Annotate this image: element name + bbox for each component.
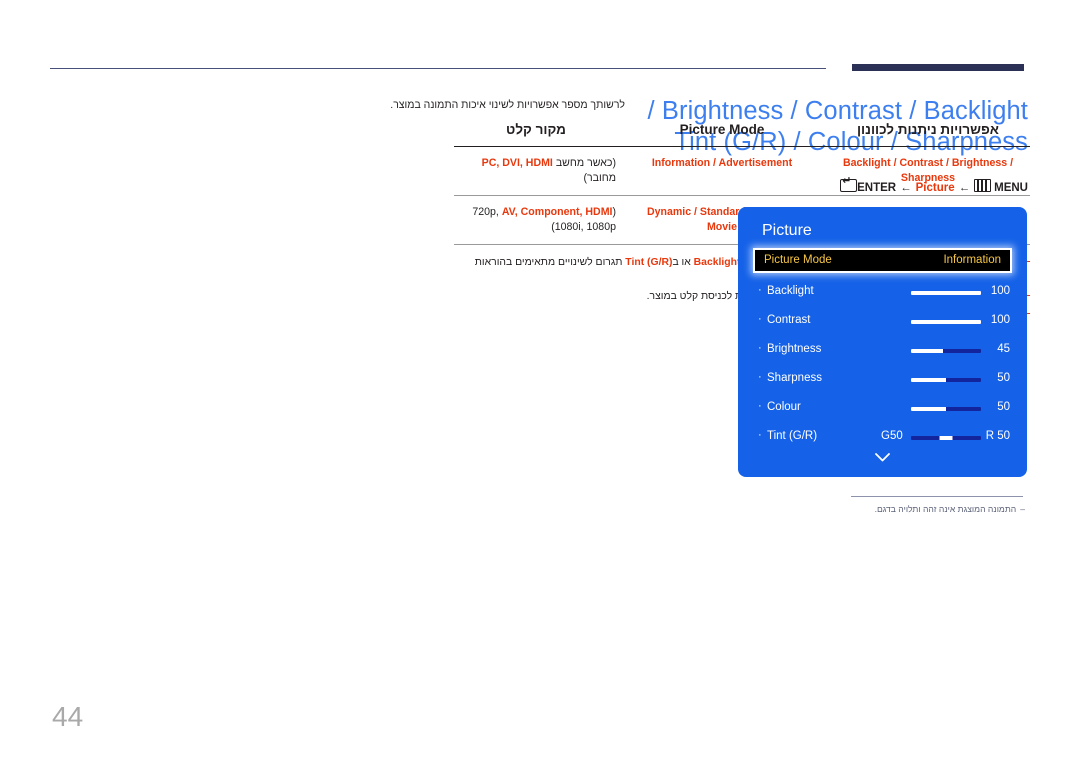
table-row: Backlight / Contrast / Brightness / Shar… xyxy=(454,146,1030,197)
bullet-icon: · xyxy=(758,284,762,296)
osd-item-label: Contrast xyxy=(767,314,811,326)
osd-slider[interactable] xyxy=(911,291,981,295)
osd-slider[interactable] xyxy=(911,320,981,324)
osd-row-brightness[interactable]: · Brightness 45 xyxy=(753,340,1012,362)
osd-row-sharpness[interactable]: · Sharpness 50 xyxy=(753,369,1012,391)
osd-slider[interactable] xyxy=(911,378,981,382)
table-cell-source: (720p, AV, Component, HDMI 1080i, 1080p) xyxy=(454,195,618,246)
source-keys: AV, Component, HDMI xyxy=(501,206,613,219)
table-header-row: אפשרויות ניתנות לכוונון Picture Mode מקו… xyxy=(454,122,1030,147)
mode-line-1: Information / Advertisement xyxy=(651,157,793,169)
osd-row-tint[interactable]: · Tint (G/R) G50 R 50 xyxy=(753,427,1012,449)
bullet-icon: · xyxy=(758,342,762,354)
source-keys: PC, DVI, HDMI xyxy=(481,157,553,169)
note-text-b: או ב xyxy=(672,257,694,268)
table-cell-options: Backlight / Contrast / Brightness / Shar… xyxy=(826,146,1030,197)
bullet-icon: · xyxy=(758,429,762,441)
bullet-icon: · xyxy=(758,371,762,383)
table-header-source: מקור קלט xyxy=(454,122,618,147)
table-header-options: אפשרויות ניתנות לכוונון xyxy=(826,122,1030,147)
osd-row-colour[interactable]: · Colour 50 xyxy=(753,398,1012,420)
intro-text: לרשותך מספר אפשרויות לשינוי איכות התמונה… xyxy=(390,99,625,111)
header-divider-thin xyxy=(50,68,826,69)
osd-slider[interactable] xyxy=(911,349,981,353)
bullet-icon: · xyxy=(758,400,762,412)
osd-item-label: Colour xyxy=(767,401,801,413)
table-cell-picture-mode: Information / Advertisement xyxy=(618,146,826,197)
osd-item-label: Brightness xyxy=(767,343,822,355)
osd-note-dash: – xyxy=(1020,504,1025,514)
osd-row-picture-mode[interactable]: Picture Mode Information xyxy=(753,248,1012,273)
osd-slider[interactable] xyxy=(911,407,981,411)
source-note-b: 1080i, 1080p) xyxy=(551,220,616,233)
chevron-down-icon[interactable] xyxy=(739,451,1026,464)
picture-osd-panel: Picture Picture Mode Information · Backl… xyxy=(739,208,1026,476)
options-line-2: Sharpness xyxy=(900,171,956,184)
osd-item-value: 100 xyxy=(990,314,1010,326)
header-divider-thick xyxy=(852,64,1024,71)
page-root: / Brightness / Contrast / Backlight Tint… xyxy=(0,0,1080,763)
osd-picture-mode-label: Picture Mode xyxy=(764,254,832,266)
osd-title: Picture xyxy=(762,222,812,239)
osd-tint-left-value: G50 xyxy=(881,430,903,442)
source-note-b: מחובר) xyxy=(583,171,616,184)
osd-row-contrast[interactable]: · Contrast 100 xyxy=(753,311,1012,333)
osd-note-text: התמונה המוצגת אינה זהה ותלויה בדגם. xyxy=(874,504,1017,514)
osd-row-backlight[interactable]: · Backlight 100 xyxy=(753,282,1012,304)
page-number: 44 xyxy=(52,701,84,732)
osd-picture-mode-value: Information xyxy=(943,254,1001,266)
osd-item-value: R 50 xyxy=(985,430,1010,442)
slider-knob[interactable] xyxy=(939,436,953,440)
mode-line-2: Movie xyxy=(706,220,738,233)
osd-slider[interactable] xyxy=(911,436,981,440)
bullet-icon: · xyxy=(758,313,762,325)
osd-note: –התמונה המוצגת אינה זהה ותלויה בדגם. xyxy=(820,504,1025,514)
table-header-picture-mode: Picture Mode xyxy=(618,122,826,147)
osd-note-divider xyxy=(851,496,1023,497)
osd-item-value: 50 xyxy=(997,401,1010,413)
osd-item-label: Tint (G/R) xyxy=(767,430,818,442)
osd-item-value: 100 xyxy=(990,285,1010,297)
osd-item-label: Backlight xyxy=(767,285,814,297)
source-note-a: (כאשר מחשב xyxy=(555,157,616,169)
note-keys-2: Tint (G/R) xyxy=(625,257,673,268)
options-line-1: Backlight / Contrast / Brightness / xyxy=(842,157,1014,169)
osd-item-value: 50 xyxy=(997,372,1010,384)
table-cell-source: (כאשר מחשב PC, DVI, HDMI מחובר) xyxy=(454,146,618,197)
osd-item-label: Sharpness xyxy=(767,372,822,384)
osd-item-value: 45 xyxy=(997,343,1010,355)
